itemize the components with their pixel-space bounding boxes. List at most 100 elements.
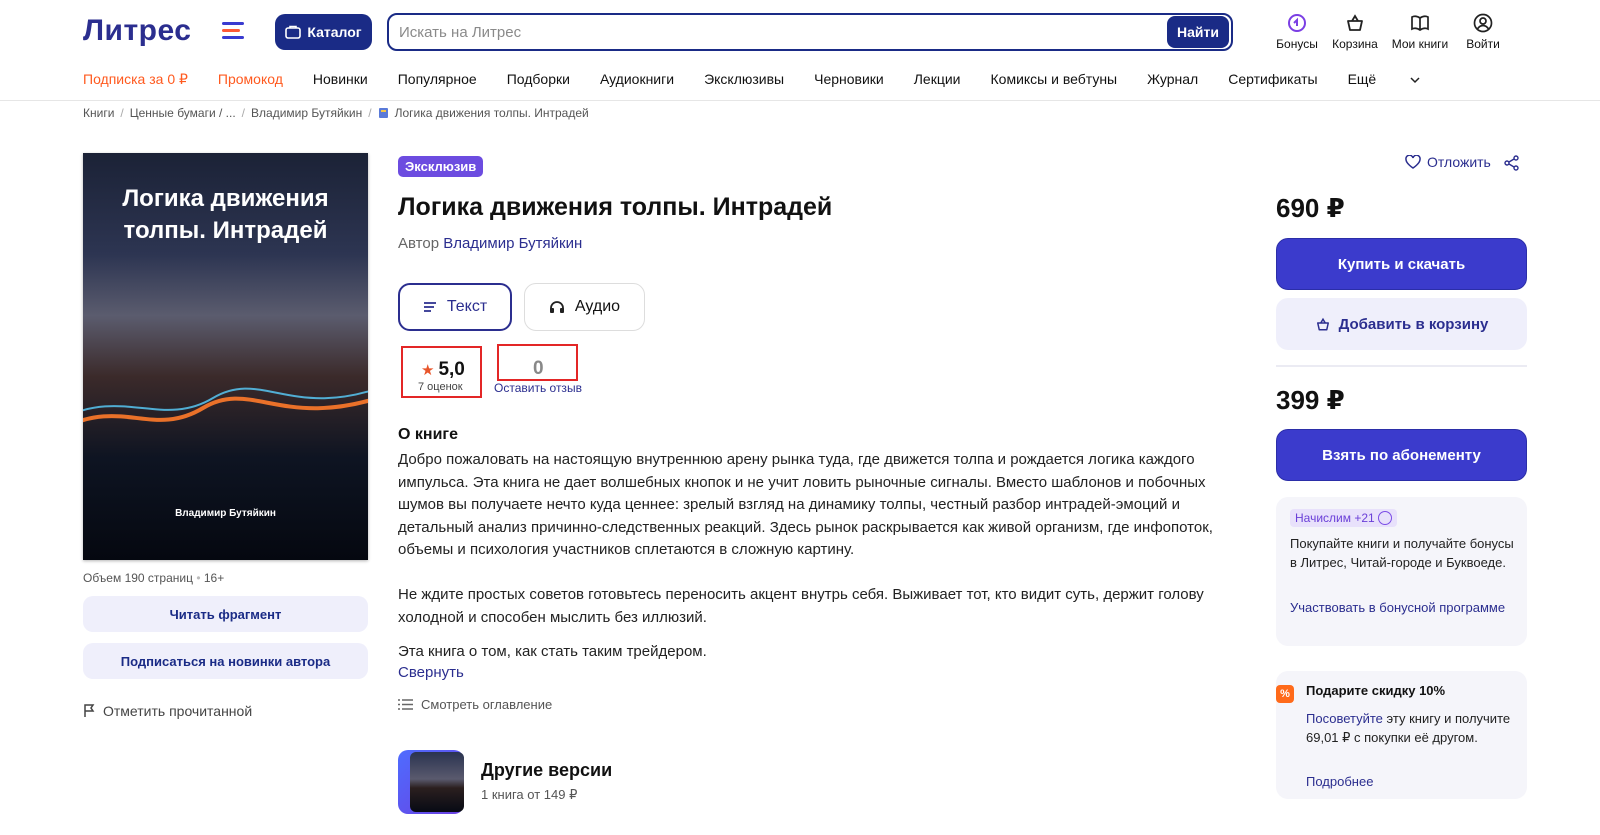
logo[interactable]: Литрес [83, 14, 191, 48]
age-rating: 16+ [203, 571, 225, 585]
breadcrumb-books[interactable]: Книги [83, 106, 114, 120]
about-heading: О книге [398, 426, 458, 443]
cart-icon [1347, 14, 1363, 31]
catalog-label: Каталог [307, 24, 362, 40]
mark-read-label: Отметить прочитанной [103, 703, 253, 719]
search-bar: Найти [387, 13, 1233, 51]
list-icon [398, 699, 413, 710]
cover-title: Логика движения толпы. Интрадей [122, 185, 329, 244]
breadcrumb-current: Логика движения толпы. Интрадей [394, 106, 589, 120]
header-my-books[interactable]: Мои книги [1389, 12, 1451, 51]
cart-icon [1316, 317, 1329, 330]
nav-comics[interactable]: Комиксы и вебтуны [991, 71, 1118, 88]
other-versions-thumbnail[interactable] [398, 750, 466, 814]
leave-review-link[interactable]: Оставить отзыв [494, 381, 582, 395]
toc-link[interactable]: Смотреть оглавление [398, 697, 552, 712]
cover-author: Владимир Бутяйкин [175, 508, 276, 519]
bonus-badge: Начислим +21 [1290, 509, 1397, 527]
my-books-icon [1411, 15, 1429, 32]
other-versions-title[interactable]: Другие версии [481, 760, 612, 781]
description-paragraph: Не ждите простых советов готовьтесь пере… [398, 586, 1204, 626]
postpone-button[interactable]: Отложить [1405, 154, 1491, 170]
user-icon [1473, 13, 1493, 33]
heart-icon [1405, 155, 1421, 169]
recommend-link[interactable]: Посоветуйте [1306, 711, 1383, 726]
nav-lectures[interactable]: Лекции [914, 71, 961, 88]
my-books-label: Мои книги [1391, 37, 1449, 51]
bonus-badge-label: Начислим +21 [1295, 511, 1375, 525]
format-text-label: Текст [446, 298, 488, 315]
book-title: Логика движения толпы. Интрадей [398, 193, 833, 221]
cover-chart-art [83, 387, 368, 423]
share-icon [1504, 155, 1519, 171]
format-audio-label: Аудио [574, 298, 621, 315]
nav-subscription[interactable]: Подписка за 0 ₽ [83, 71, 188, 88]
description-paragraph: Добро пожаловать на настоящую внутреннюю… [398, 451, 1213, 558]
header-bonus[interactable]: Бонусы [1266, 12, 1328, 51]
catalog-icon [285, 25, 302, 39]
price: 690 ₽ [1276, 193, 1345, 223]
author-link[interactable]: Владимир Бутяйкин [443, 235, 582, 252]
gift-card-title: Подарите скидку 10% [1306, 683, 1446, 698]
other-versions-subtitle: 1 книга от 149 ₽ [481, 787, 578, 802]
header-login[interactable]: Войти [1452, 12, 1514, 51]
breadcrumb-author[interactable]: Владимир Бутяйкин [251, 106, 362, 120]
nav-more[interactable]: Ещё [1348, 71, 1421, 88]
discount-icon: % [1276, 685, 1294, 703]
gift-card-text: Посоветуйте эту книгу и получите 69,01 ₽… [1306, 709, 1516, 747]
search-input[interactable] [389, 23, 1167, 41]
search-button[interactable]: Найти [1167, 16, 1229, 48]
nav-journal[interactable]: Журнал [1147, 71, 1198, 88]
header-cart[interactable]: Корзина [1324, 12, 1386, 51]
toc-label: Смотреть оглавление [421, 697, 553, 712]
text-lines-icon [423, 302, 436, 312]
nav-more-label: Ещё [1347, 71, 1377, 87]
nav-new[interactable]: Новинки [313, 71, 368, 88]
book-author: Автор Владимир Бутяйкин [398, 235, 582, 252]
nav-exclusives[interactable]: Эксклюзивы [704, 71, 784, 88]
format-audio-tab[interactable]: Аудио [524, 283, 645, 331]
nav-collections[interactable]: Подборки [507, 71, 570, 88]
headphones-icon [549, 301, 564, 313]
breadcrumb-separator: / [241, 106, 246, 120]
book-icon [378, 108, 388, 118]
nav-promocode[interactable]: Промокод [218, 71, 283, 88]
breadcrumb-category[interactable]: Ценные бумаги / ... [130, 106, 236, 120]
bonus-label: Бонусы [1276, 37, 1318, 51]
share-button[interactable] [1504, 155, 1519, 176]
read-fragment-button[interactable]: Читать фрагмент [83, 596, 368, 632]
chevron-down-icon [1410, 77, 1420, 84]
nav-popular[interactable]: Популярное [398, 71, 477, 88]
author-prefix: Автор [398, 235, 440, 252]
exclusive-badge: Эксклюзив [398, 156, 484, 177]
nav-certificates[interactable]: Сертификаты [1228, 71, 1317, 88]
main-nav: Подписка за 0 ₽ Промокод Новинки Популяр… [83, 71, 1450, 88]
bonus-program-link[interactable]: Участвовать в бонусной программе [1290, 598, 1520, 617]
login-label: Войти [1466, 37, 1500, 51]
subscribe-author-button[interactable]: Подписаться на новинки автора [83, 643, 368, 679]
gift-more-link[interactable]: Подробнее [1306, 772, 1536, 791]
mark-read-button[interactable]: Отметить прочитанной [83, 703, 252, 719]
price-divider [1276, 365, 1527, 367]
bonus-icon [1288, 14, 1306, 32]
collapse-link[interactable]: Свернуть [398, 664, 464, 681]
nav-drafts[interactable]: Черновики [814, 71, 884, 88]
rating-value[interactable]: ★ 5,0 [421, 359, 465, 381]
format-text-tab[interactable]: Текст [398, 283, 512, 331]
book-cover[interactable]: Логика движения толпы. Интрадей Владимир… [83, 153, 368, 560]
book-meta: Объем 190 страниц • 16+ [83, 571, 225, 585]
catalog-button[interactable]: Каталог [275, 14, 372, 50]
rating-count: 7 оценок [418, 381, 463, 393]
review-count: 0 [533, 358, 544, 379]
buy-button[interactable]: Купить и скачать [1276, 238, 1527, 290]
add-to-cart-button[interactable]: Добавить в корзину [1276, 298, 1527, 350]
nav-audiobooks[interactable]: Аудиокниги [600, 71, 674, 88]
cart-label: Корзина [1332, 37, 1378, 51]
breadcrumb-separator: / [368, 106, 372, 120]
breadcrumb: Книги / Ценные бумаги / ... / Владимир Бут… [83, 106, 589, 120]
rating-number: 5,0 [438, 359, 465, 380]
subscribe-button[interactable]: Взять по абонементу [1276, 429, 1527, 481]
subscription-price: 399 ₽ [1276, 385, 1345, 415]
page-count: Объем 190 страниц [83, 571, 193, 585]
bonus-card-text: Покупайте книги и получайте бонусы в Лит… [1290, 536, 1514, 570]
